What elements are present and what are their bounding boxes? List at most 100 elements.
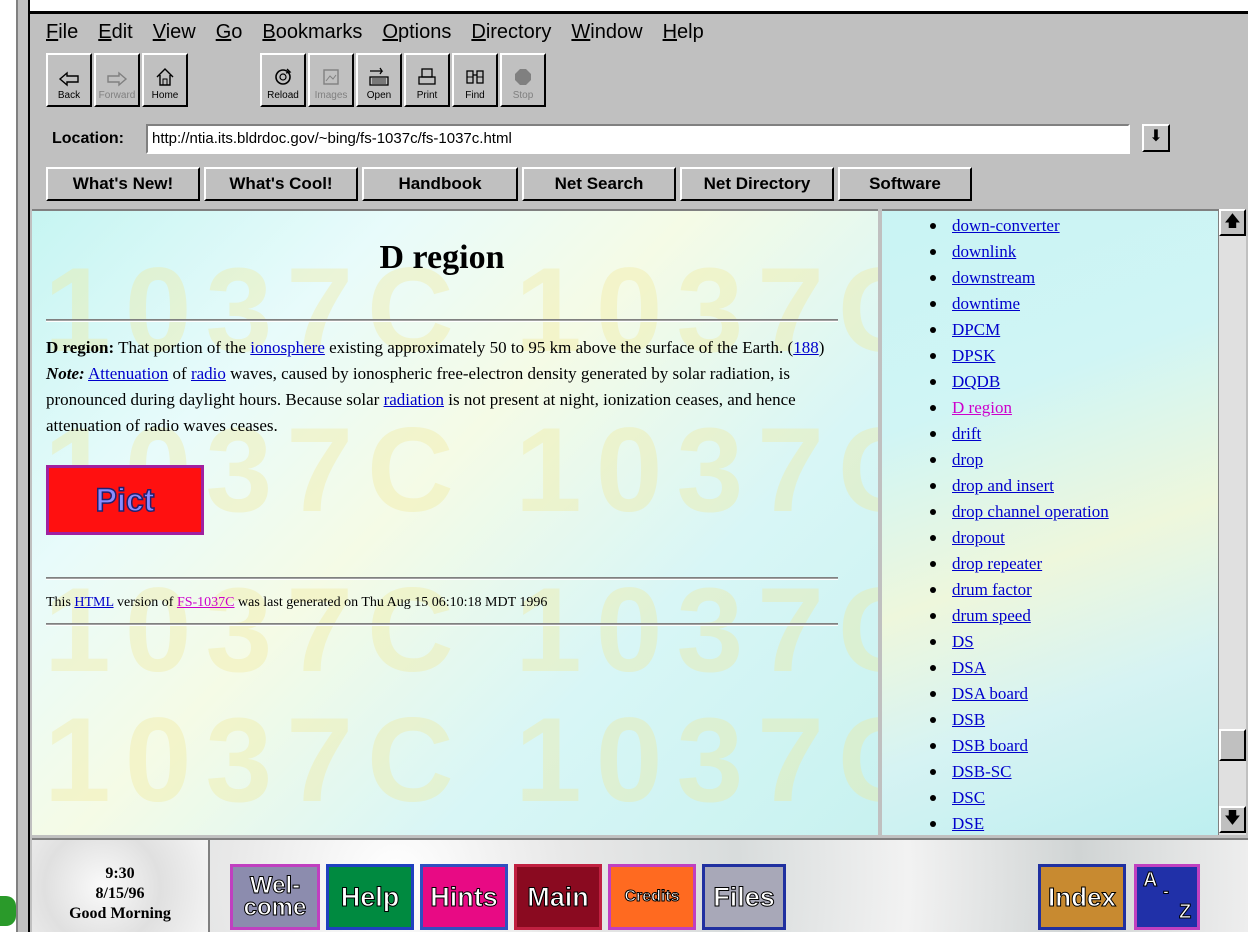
index-link[interactable]: drift	[952, 424, 981, 443]
index-list-item: DSA board	[924, 681, 1109, 707]
index-frame[interactable]: down-converter downlink downstream downtime…	[882, 209, 1218, 835]
watermark-1037c: 1037C 1037C	[44, 693, 878, 827]
index-list-item: drop and insert	[924, 473, 1109, 499]
home-button[interactable]: Home	[142, 53, 188, 107]
hints-button[interactable]: Hints	[420, 864, 508, 930]
index-link[interactable]: DPCM	[952, 320, 1000, 339]
index-link[interactable]: dropout	[952, 528, 1005, 547]
menu-bookmarks[interactable]: Bookmarks	[262, 21, 362, 44]
menu-help[interactable]: Help	[663, 21, 704, 44]
index-link[interactable]: DSB-SC	[952, 762, 1012, 781]
index-link[interactable]: drop channel operation	[952, 502, 1109, 521]
index-list-item: downstream	[924, 265, 1109, 291]
a-z-button[interactable]: A - Z	[1134, 864, 1200, 930]
index-link[interactable]: DSA board	[952, 684, 1028, 703]
index-link[interactable]: downlink	[952, 242, 1016, 261]
browser-window: File Edit View Go Bookmarks Options Dire…	[0, 0, 1248, 932]
index-scrollbar[interactable]: 🡅 🡇	[1218, 209, 1246, 835]
index-link[interactable]: DSC	[952, 788, 985, 807]
index-list-item: drum factor	[924, 577, 1109, 603]
link-radiation[interactable]: radiation	[384, 390, 444, 409]
location-input[interactable]: http://ntia.its.bldrdoc.gov/~bing/fs-103…	[146, 124, 1130, 154]
index-link[interactable]: drop and insert	[952, 476, 1054, 495]
files-button[interactable]: Files	[702, 864, 786, 930]
open-button[interactable]: Open	[356, 53, 402, 107]
menu-file[interactable]: File	[46, 21, 78, 44]
location-bar: Location: http://ntia.its.bldrdoc.gov/~b…	[32, 118, 1248, 162]
menu-edit[interactable]: Edit	[98, 21, 132, 44]
index-button[interactable]: Index	[1038, 864, 1126, 930]
help-button[interactable]: Help	[326, 864, 414, 930]
images-button[interactable]: Images	[308, 53, 354, 107]
welcome-button[interactable]: Wel- come	[230, 864, 320, 930]
clock-panel: 9:30 8/15/96 Good Morning	[32, 840, 210, 932]
location-dropdown-button[interactable]: ⬇	[1142, 124, 1170, 152]
index-list-item: downlink	[924, 239, 1109, 265]
index-list-item: D region	[924, 395, 1109, 421]
welcome-label-2: come	[243, 894, 307, 921]
link-fs-1037c[interactable]: FS-1037C	[177, 595, 235, 610]
menu-window[interactable]: Window	[571, 21, 642, 44]
index-list-item: DS	[924, 629, 1109, 655]
back-label: Back	[57, 90, 81, 101]
print-button[interactable]: Print	[404, 53, 450, 107]
stop-icon	[515, 69, 531, 85]
footer-text: This HTML version of FS-1037C was last g…	[46, 595, 548, 610]
index-link[interactable]: downtime	[952, 294, 1020, 313]
whats-new-button[interactable]: What's New!	[46, 167, 200, 201]
menu-view[interactable]: View	[153, 21, 196, 44]
stop-label: Stop	[512, 90, 534, 101]
divider	[46, 577, 838, 580]
reload-button[interactable]: Reload	[260, 53, 306, 107]
link-radio[interactable]: radio	[191, 364, 226, 383]
scroll-up-button[interactable]: 🡅	[1219, 209, 1246, 236]
index-link[interactable]: DSB	[952, 710, 985, 729]
index-link[interactable]: downstream	[952, 268, 1035, 287]
index-list-item: DSB-SC	[924, 759, 1109, 785]
pict-button[interactable]: Pict	[46, 465, 204, 535]
link-188[interactable]: 188	[793, 338, 819, 357]
back-button[interactable]: Back	[46, 53, 92, 107]
main-content-frame[interactable]: 1037C 1037C 1037C 1037C 1037C 1037C 1037…	[32, 209, 878, 835]
whats-cool-button[interactable]: What's Cool!	[204, 167, 358, 201]
index-link[interactable]: DSE	[952, 814, 984, 833]
note-label: Note:	[46, 364, 85, 383]
index-link[interactable]: DS	[952, 632, 974, 651]
directory-buttons: What's New! What's Cool! Handbook Net Se…	[32, 166, 1248, 202]
index-link[interactable]: drop	[952, 450, 983, 469]
index-list-item: DSE	[924, 811, 1109, 835]
index-list-item: drop	[924, 447, 1109, 473]
index-link[interactable]: DQDB	[952, 372, 1000, 391]
handbook-button[interactable]: Handbook	[362, 167, 518, 201]
index-link[interactable]: D region	[952, 398, 1012, 417]
bottom-nav-frame: 9:30 8/15/96 Good Morning Wel- come Help…	[32, 838, 1248, 932]
index-list-item: DPSK	[924, 343, 1109, 369]
index-link[interactable]: drum speed	[952, 606, 1031, 625]
forward-arrow-icon	[107, 71, 128, 87]
menu-go[interactable]: Go	[216, 21, 243, 44]
stop-button[interactable]: Stop	[500, 53, 546, 107]
link-attenuation[interactable]: Attenuation	[88, 364, 168, 383]
menu-directory[interactable]: Directory	[471, 21, 551, 44]
find-button[interactable]: Find	[452, 53, 498, 107]
software-button[interactable]: Software	[838, 167, 972, 201]
menu-bar: File Edit View Go Bookmarks Options Dire…	[32, 17, 1248, 47]
net-search-button[interactable]: Net Search	[522, 167, 676, 201]
index-link[interactable]: drop repeater	[952, 554, 1042, 573]
index-link[interactable]: DSA	[952, 658, 986, 677]
scroll-thumb[interactable]	[1219, 729, 1246, 761]
net-directory-button[interactable]: Net Directory	[680, 167, 834, 201]
scroll-down-button[interactable]: 🡇	[1219, 806, 1246, 833]
link-html[interactable]: HTML	[74, 595, 113, 610]
forward-button[interactable]: Forward	[94, 53, 140, 107]
menu-options[interactable]: Options	[382, 21, 451, 44]
credits-button[interactable]: Credits	[608, 864, 696, 930]
main-button[interactable]: Main	[514, 864, 602, 930]
link-ionosphere[interactable]: ionosphere	[250, 338, 325, 357]
index-link[interactable]: DPSK	[952, 346, 995, 365]
find-binoculars-icon	[466, 70, 484, 84]
down-arrow-icon: 🡇	[1224, 810, 1241, 827]
index-link[interactable]: DSB board	[952, 736, 1028, 755]
index-link[interactable]: drum factor	[952, 580, 1032, 599]
index-link[interactable]: down-converter	[952, 216, 1060, 235]
